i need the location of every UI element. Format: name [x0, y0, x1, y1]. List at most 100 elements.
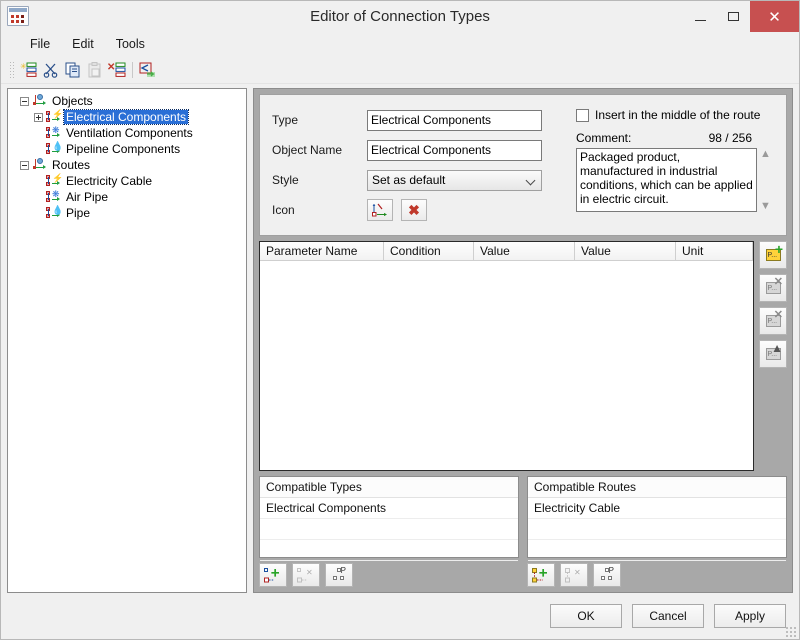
tree-label: Pipeline Components — [66, 142, 181, 156]
expander-routes[interactable] — [20, 160, 29, 170]
compatible-route-properties-button[interactable]: P — [593, 563, 621, 587]
tree-node-routes[interactable]: Routes — [10, 157, 244, 173]
compatible-type-properties-button[interactable]: P — [325, 563, 353, 587]
cut-button[interactable] — [40, 59, 62, 81]
column-unit: Unit — [676, 242, 753, 261]
window-title: Editor of Connection Types — [310, 8, 490, 25]
list-item-empty[interactable] — [528, 540, 786, 561]
compatible-types-list[interactable]: Compatible Types Electrical Components — [259, 476, 519, 561]
list-item[interactable]: Electricity Cable — [528, 498, 786, 519]
delete-button[interactable]: ✕ — [106, 59, 128, 81]
type-input[interactable] — [367, 109, 542, 131]
minimize-icon — [695, 19, 706, 21]
list-item-empty[interactable] — [260, 540, 518, 561]
parameters-body[interactable] — [260, 261, 753, 470]
toolbar-grip[interactable] — [9, 60, 15, 79]
insert-middle-row[interactable]: Insert in the middle of the route — [576, 105, 774, 125]
expander-objects[interactable] — [20, 96, 29, 106]
tree-label: Pipe — [66, 206, 91, 220]
tree-node-objects[interactable]: Objects — [10, 93, 244, 109]
comment-wrapper: Packaged product, manufactured in indust… — [576, 148, 774, 212]
tree-label: Electrical Components — [62, 109, 190, 125]
clear-icon-button[interactable]: ✖ — [401, 199, 427, 221]
svg-text:✕: ✕ — [306, 568, 313, 577]
tree-node-air-pipe[interactable]: ❋ Air Pipe — [10, 189, 244, 205]
svg-text:✳: ✳ — [20, 62, 27, 71]
editor-window: Editor of Connection Types ✕ File Edit T… — [0, 0, 800, 640]
scroll-up-icon[interactable]: ▲ — [760, 148, 771, 160]
window-icon — [7, 6, 29, 26]
parameters-table[interactable]: Parameter Name Condition Value Value Uni… — [259, 241, 754, 471]
list-item-empty[interactable] — [528, 519, 786, 540]
tree-label: Ventilation Components — [66, 126, 193, 140]
list-item[interactable]: Electrical Components — [260, 498, 518, 519]
type-tree[interactable]: Objects ⚡ Electrical Components ❋ Ventil… — [7, 88, 247, 593]
svg-text:✕: ✕ — [108, 62, 115, 73]
form-left-column: Type Object Name Style Set as default — [272, 105, 562, 225]
compatible-types-header: Compatible Types — [260, 477, 518, 498]
object-name-row: Object Name — [272, 135, 562, 165]
style-select[interactable]: Set as default — [367, 169, 542, 191]
comment-textarea[interactable]: Packaged product, manufactured in indust… — [576, 148, 757, 212]
tree-node-electricity-cable[interactable]: ⚡ Electricity Cable — [10, 173, 244, 189]
svg-text:✕: ✕ — [574, 568, 581, 577]
insert-middle-checkbox[interactable] — [576, 108, 589, 122]
arrow-up-icon: ▲ — [771, 341, 783, 355]
scroll-down-icon[interactable]: ▼ — [760, 200, 771, 212]
column-value-2: Value — [575, 242, 676, 261]
close-button[interactable]: ✕ — [750, 1, 799, 32]
cancel-button[interactable]: Cancel — [632, 604, 704, 628]
add-parameter-button[interactable]: P... + — [759, 241, 787, 269]
compatible-routes-list[interactable]: Compatible Routes Electricity Cable — [527, 476, 787, 561]
fan-icon: ❋ — [46, 190, 62, 204]
clear-cross-icon: ✖ — [408, 202, 420, 218]
paste-button[interactable] — [84, 59, 106, 81]
remove-compatible-type-button[interactable]: ✕ — [292, 563, 320, 587]
chevron-down-icon — [525, 175, 536, 185]
comment-header: Comment: 98 / 256 — [576, 131, 774, 145]
cable-icon: ⚡ — [46, 174, 63, 188]
new-type-button[interactable]: ✳ — [18, 59, 40, 81]
title-bar: Editor of Connection Types ✕ — [1, 1, 799, 32]
maximize-icon — [728, 12, 739, 21]
expander-electrical-components[interactable] — [34, 112, 43, 122]
column-value-1: Value — [474, 242, 575, 261]
add-compatible-type-button[interactable] — [259, 563, 287, 587]
list-item-empty[interactable] — [260, 519, 518, 540]
maximize-button[interactable] — [717, 1, 750, 32]
icon-row: Icon ✖ — [272, 195, 562, 225]
minimize-button[interactable] — [684, 1, 717, 32]
export-arrow-icon — [139, 62, 155, 77]
copy-button[interactable] — [62, 59, 84, 81]
move-parameter-up-button[interactable]: P... ▲ — [759, 340, 787, 368]
tree-node-ventilation-components[interactable]: ❋ Ventilation Components — [10, 125, 244, 141]
dialog-footer: OK Cancel Apply — [1, 593, 799, 639]
tree-node-pipeline-components[interactable]: 💧 Pipeline Components — [10, 141, 244, 157]
tree-node-pipe[interactable]: 💧 Pipe — [10, 205, 244, 221]
object-name-input[interactable] — [367, 139, 542, 161]
insert-middle-label: Insert in the middle of the route — [595, 108, 761, 122]
ok-button[interactable]: OK — [550, 604, 622, 628]
compatible-types-panel: Compatible Types Electrical Components ✕… — [259, 476, 519, 587]
comment-scrollbar[interactable]: ▲ ▼ — [757, 148, 774, 212]
resize-grip[interactable] — [785, 626, 796, 637]
delete-parameter-button[interactable]: P... ✕ — [759, 274, 787, 302]
form-right-column: Insert in the middle of the route Commen… — [576, 105, 774, 225]
copy-icon — [65, 62, 80, 77]
tree-node-electrical-components[interactable]: ⚡ Electrical Components — [10, 109, 244, 125]
add-compatible-route-button[interactable] — [527, 563, 555, 587]
style-row: Style Set as default — [272, 165, 562, 195]
export-button[interactable] — [137, 59, 159, 81]
new-list-icon: ✳ — [20, 62, 37, 77]
menu-item-edit[interactable]: Edit — [61, 34, 105, 54]
type-row: Type — [272, 105, 562, 135]
delete-all-parameters-button[interactable]: P... ✕ — [759, 307, 787, 335]
pick-icon-button[interactable] — [367, 199, 393, 221]
apply-button[interactable]: Apply — [714, 604, 786, 628]
plus-icon: + — [774, 241, 783, 257]
menu-item-tools[interactable]: Tools — [105, 34, 156, 54]
remove-compatible-route-button[interactable]: ✕ — [560, 563, 588, 587]
drop-icon: 💧 — [46, 206, 63, 220]
menu-item-file[interactable]: File — [19, 34, 61, 54]
comment-counter: 98 / 256 — [708, 131, 752, 145]
